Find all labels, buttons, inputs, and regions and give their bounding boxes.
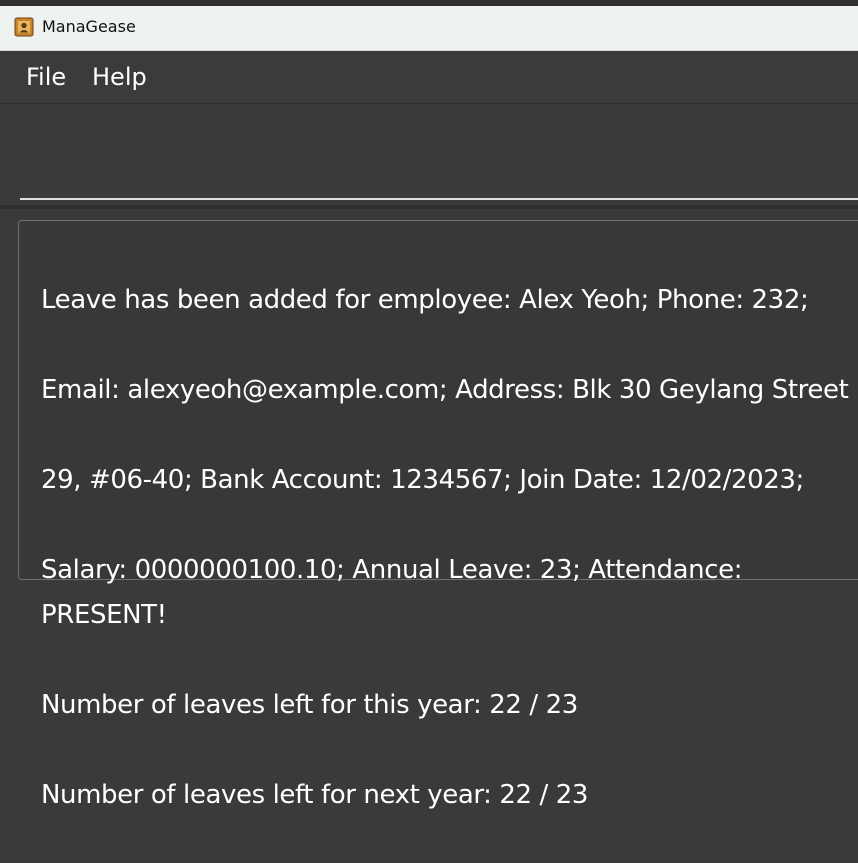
command-input[interactable] bbox=[20, 104, 858, 200]
result-line: Number of leaves left for this year: 22 … bbox=[41, 690, 578, 720]
command-box-area bbox=[0, 104, 858, 205]
result-line: Salary: 0000000100.10; Annual Leave: 23;… bbox=[41, 555, 743, 630]
window-title: ManaGease bbox=[42, 17, 136, 36]
menu-help[interactable]: Help bbox=[92, 63, 147, 91]
menu-bar: File Help bbox=[0, 51, 858, 104]
app-icon bbox=[14, 17, 34, 37]
section-divider bbox=[0, 205, 858, 209]
result-display: Leave has been added for employee: Alex … bbox=[18, 220, 858, 810]
menu-file[interactable]: File bbox=[26, 63, 66, 91]
result-line: Number of leaves left for next year: 22 … bbox=[41, 780, 589, 810]
result-line: Email: alexyeoh@example.com; Address: Bl… bbox=[41, 375, 849, 405]
result-line: Leave has been added for employee: Alex … bbox=[41, 285, 809, 315]
result-text: Leave has been added for employee: Alex … bbox=[41, 233, 856, 863]
result-line: 29, #06-40; Bank Account: 1234567; Join … bbox=[41, 465, 804, 495]
title-bar[interactable]: ManaGease bbox=[0, 6, 858, 51]
